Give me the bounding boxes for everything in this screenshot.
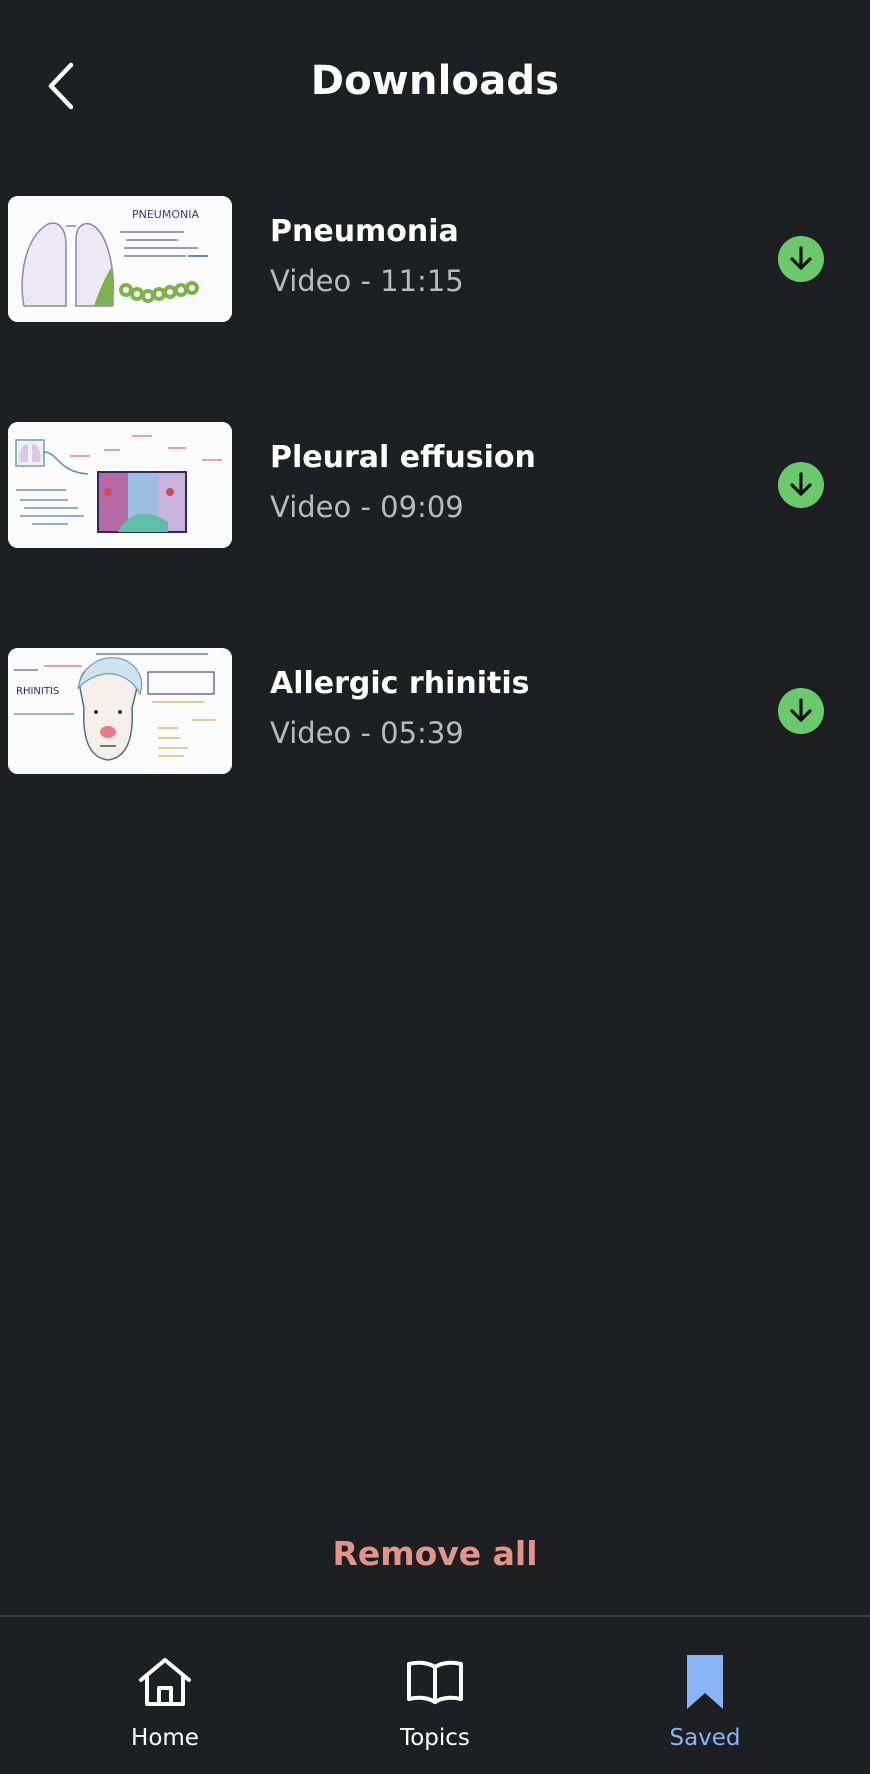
page-title: Downloads <box>310 58 560 104</box>
download-arrow-icon <box>790 246 812 270</box>
item-subtitle: Video - 11:15 <box>270 264 464 298</box>
svg-text:PNEUMONIA: PNEUMONIA <box>132 208 199 221</box>
download-item-pleural-effusion[interactable]: Pleural effusion Video - 09:09 <box>0 420 870 646</box>
download-item-allergic-rhinitis[interactable]: RHINITIS Allergic rhinitis Video - 05:39 <box>0 646 870 872</box>
item-title: Pleural effusion <box>270 440 536 475</box>
remove-all-button[interactable]: Remove all <box>0 1534 870 1573</box>
download-arrow-icon <box>790 698 812 722</box>
bookmark-icon <box>687 1655 723 1709</box>
downloaded-button[interactable] <box>778 236 824 282</box>
video-thumbnail: RHINITIS <box>8 648 232 774</box>
tab-label: Saved <box>669 1725 741 1751</box>
video-thumbnail: PNEUMONIA <box>8 196 232 322</box>
tab-label: Topics <box>400 1725 470 1751</box>
svg-text:RHINITIS: RHINITIS <box>16 686 59 697</box>
home-icon <box>139 1658 191 1706</box>
item-subtitle: Video - 09:09 <box>270 490 464 524</box>
item-subtitle: Video - 05:39 <box>270 716 464 750</box>
bottom-tab-bar: Home Topics Saved <box>0 1615 870 1774</box>
download-item-pneumonia[interactable]: PNEUMONIA Pneumonia Video - 11:15 <box>0 194 870 420</box>
download-arrow-icon <box>790 472 812 496</box>
item-title: Allergic rhinitis <box>270 666 530 701</box>
book-icon <box>407 1660 463 1704</box>
video-thumbnail <box>8 422 232 548</box>
header: Downloads <box>0 0 870 170</box>
downloaded-button[interactable] <box>778 462 824 508</box>
tab-saved[interactable]: Saved <box>605 1653 805 1751</box>
tab-home[interactable]: Home <box>65 1653 265 1751</box>
tab-topics[interactable]: Topics <box>335 1653 535 1751</box>
downloaded-button[interactable] <box>778 688 824 734</box>
downloads-list: PNEUMONIA Pneumonia Video - 11:15 Pleura… <box>0 194 870 872</box>
item-title: Pneumonia <box>270 214 459 249</box>
tab-label: Home <box>131 1725 199 1751</box>
